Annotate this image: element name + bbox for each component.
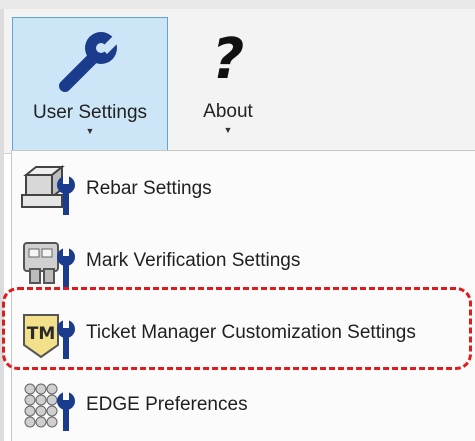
mark-verification-icon [18,229,82,293]
top-strip [0,0,475,9]
question-mark-icon: ? [211,27,245,92]
menu-item-mark-verification-settings[interactable]: Mark Verification Settings [12,225,475,297]
edge-preferences-icon [18,373,82,437]
user-settings-dropdown-menu: Rebar Settings Mark Verification Setting… [11,150,475,441]
menu-item-label: Mark Verification Settings [86,250,301,271]
about-label: About [203,101,253,122]
window-left-edge [0,9,4,441]
chevron-down-icon: ▼ [85,126,95,136]
user-settings-button[interactable]: User Settings ▼ [12,17,168,152]
user-settings-label: User Settings [32,102,148,123]
wrench-icon [55,26,125,96]
menu-item-label: Ticket Manager Customization Settings [86,322,416,343]
menu-item-ticket-manager-customization-settings[interactable]: TM Ticket Manager Customization Settings [12,297,475,369]
menu-item-label: Rebar Settings [86,178,212,199]
rebar-settings-icon [18,157,82,221]
ribbon: User Settings ▼ ? About ▼ [0,9,475,154]
ticket-manager-badge-text: TM [27,324,56,344]
menu-item-rebar-settings[interactable]: Rebar Settings [12,153,475,225]
menu-item-label: EDGE Preferences [86,394,248,415]
chevron-down-icon: ▼ [223,125,233,135]
about-button[interactable]: ? About ▼ [176,17,280,152]
ticket-manager-icon: TM [18,301,82,365]
menu-item-edge-preferences[interactable]: EDGE Preferences [12,369,475,441]
